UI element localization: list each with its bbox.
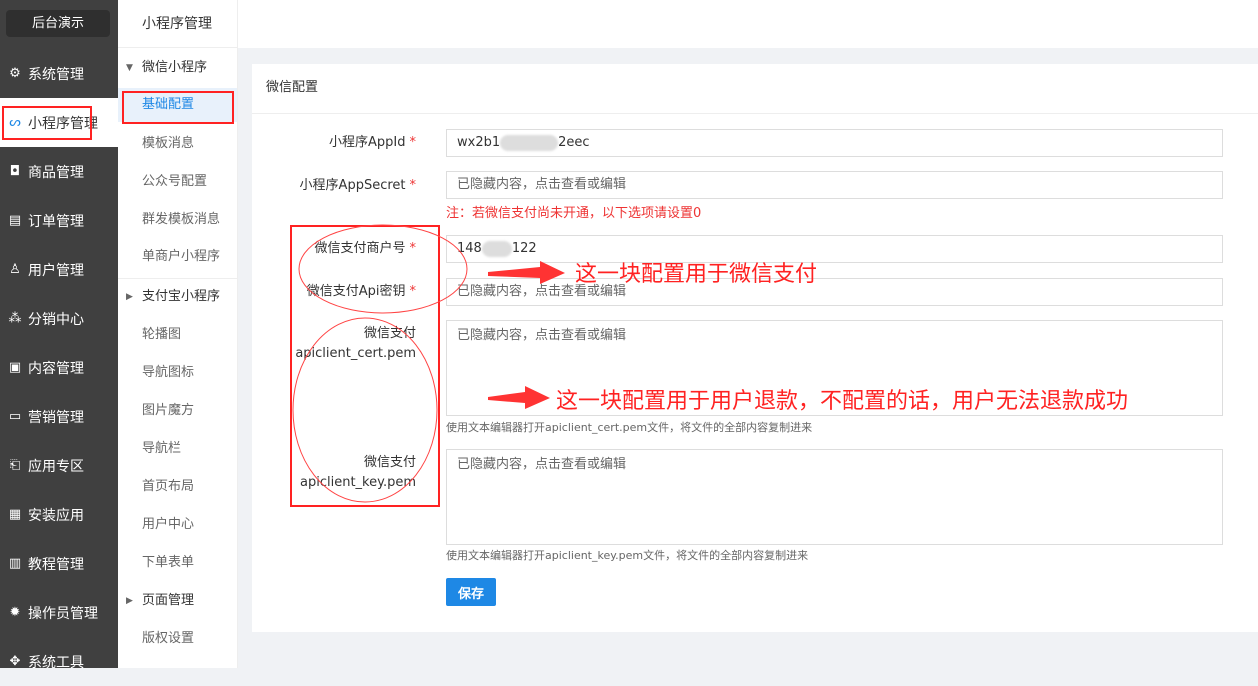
subnav-item-label: 页面管理 <box>142 593 195 608</box>
subnav-item-label: 下单表单 <box>142 555 195 570</box>
sidebar-item-label: 安装应用 <box>28 507 84 524</box>
subnav-item-label: 版权设置 <box>142 631 195 646</box>
tool-icon: ✥ <box>9 654 21 669</box>
order-icon: ▤ <box>8 213 22 228</box>
sidebar-item-8[interactable]: ⎗ 应用专区 <box>0 441 118 490</box>
subnav-item-label: 导航栏 <box>142 441 182 456</box>
key-textarea[interactable]: 已隐藏内容，点击查看或编辑 <box>446 449 1223 545</box>
sidebar-item-label: 应用专区 <box>28 458 84 475</box>
sidebar-item-label: 系统工具 <box>28 654 84 671</box>
annotation-highlight-subnav <box>122 91 234 124</box>
caret-right-icon: ▶ <box>126 292 133 302</box>
subnav-item-11[interactable]: 首页布局 <box>118 470 237 504</box>
annotation-highlight-sidebar <box>2 106 92 140</box>
sidebar-item-label: 内容管理 <box>28 360 84 377</box>
redacted-mask <box>481 240 512 257</box>
sidebar-item-label: 分销中心 <box>28 311 84 328</box>
subnav-item-label: 轮播图 <box>142 327 182 342</box>
top-bar <box>238 0 1258 48</box>
subnav-item-label: 群发模板消息 <box>142 212 221 227</box>
sidebar-item-5[interactable]: ⁂ 分销中心 <box>0 294 118 343</box>
sidebar-item-label: 商品管理 <box>28 164 84 181</box>
save-button[interactable]: 保存 <box>446 578 496 606</box>
subnav-item-label: 支付宝小程序 <box>142 289 221 304</box>
subnav-item-13[interactable]: 下单表单 <box>118 546 237 580</box>
subnav-item-5[interactable]: 单商户小程序 <box>118 240 237 274</box>
subnav-item-label: 首页布局 <box>142 479 195 494</box>
subnav-item-15[interactable]: 版权设置 <box>118 622 237 656</box>
subnav-item-label: 导航图标 <box>142 365 195 380</box>
brand-logo[interactable]: 后台演示 <box>6 10 110 37</box>
payment-note: 注：若微信支付尚未开通，以下选项请设置0 <box>446 206 702 221</box>
subnav-item-10[interactable]: 导航栏 <box>118 432 237 466</box>
cert-hint: 使用文本编辑器打开apiclient_cert.pem文件，将文件的全部内容复制… <box>446 421 813 434</box>
sidebar-item-7[interactable]: ▭ 营销管理 <box>0 392 118 441</box>
key-hint: 使用文本编辑器打开apiclient_key.pem文件，将文件的全部内容复制进… <box>446 549 809 562</box>
sidebar-item-label: 操作员管理 <box>28 605 98 622</box>
subnav-item-4[interactable]: 群发模板消息 <box>118 203 237 237</box>
annotation-refund: 这一块配置用于用户退款，不配置的话，用户无法退款成功 <box>556 389 1129 414</box>
api-key-input[interactable]: 已隐藏内容，点击查看或编辑 <box>446 278 1223 306</box>
subnav-item-label: 微信小程序 <box>142 60 208 75</box>
book-icon: ▥ <box>8 556 22 571</box>
caret-down-icon: ▼ <box>126 63 133 73</box>
sidebar-item-11[interactable]: ✹ 操作员管理 <box>0 588 118 637</box>
sidebar-item-10[interactable]: ▥ 教程管理 <box>0 539 118 588</box>
sidebar-item-label: 系统管理 <box>28 66 84 83</box>
sidebar-item-2[interactable]: ◘ 商品管理 <box>0 147 118 196</box>
card-title: 微信配置 <box>252 64 1258 114</box>
subnav-item-14[interactable]: ▶ 页面管理 <box>118 584 237 618</box>
subnav-item-3[interactable]: 公众号配置 <box>118 165 237 199</box>
subnav-item-label: 图片魔方 <box>142 403 195 418</box>
annotation-highlight-fields <box>290 225 440 507</box>
grid-icon: ▦ <box>8 507 22 522</box>
sidebar-item-3[interactable]: ▤ 订单管理 <box>0 196 118 245</box>
sidebar-item-4[interactable]: ♙ 用户管理 <box>0 245 118 294</box>
subnav-item-0[interactable]: ▼ 微信小程序 <box>118 51 237 85</box>
sidebar-item-label: 教程管理 <box>28 556 84 573</box>
user-icon: ♙ <box>9 262 21 277</box>
subnav-item-7[interactable]: 轮播图 <box>118 318 237 352</box>
mch-id-input[interactable]: 148 122 <box>446 235 1223 263</box>
appsecret-input[interactable]: 已隐藏内容，点击查看或编辑 <box>446 171 1223 199</box>
subnav-item-2[interactable]: 模板消息 <box>118 127 237 161</box>
subnav-item-label: 模板消息 <box>142 136 195 151</box>
subnav-item-label: 公众号配置 <box>142 174 208 189</box>
sidebar-item-12[interactable]: ✥ 系统工具 <box>0 637 118 686</box>
app-icon: ⎗ <box>9 458 21 473</box>
sidebar-item-0[interactable]: ⚙ 系统管理 <box>0 49 118 98</box>
sidebar-item-label: 订单管理 <box>28 213 84 230</box>
subnav-item-9[interactable]: 图片魔方 <box>118 394 237 428</box>
appid-input[interactable]: wx2b1 2eec <box>446 129 1223 157</box>
sidebar-item-9[interactable]: ▦ 安装应用 <box>0 490 118 539</box>
annotation-pay: 这一块配置用于微信支付 <box>575 262 818 287</box>
sidebar-item-label: 用户管理 <box>28 262 84 279</box>
appid-label: 小程序AppId * <box>329 135 416 150</box>
subnav-item-label: 用户中心 <box>142 517 195 532</box>
content-icon: ▣ <box>8 360 22 375</box>
sidebar-item-6[interactable]: ▣ 内容管理 <box>0 343 118 392</box>
ticket-icon: ▭ <box>8 409 22 424</box>
sub-sidebar-title: 小程序管理 <box>118 0 237 48</box>
settings-icon: ✹ <box>9 605 21 620</box>
subnav-item-label: 单商户小程序 <box>142 249 221 264</box>
subnav-item-6[interactable]: ▶ 支付宝小程序 <box>118 280 237 314</box>
gear-icon: ⚙ <box>9 66 21 81</box>
bag-icon: ◘ <box>9 164 21 179</box>
appsecret-label: 小程序AppSecret * <box>299 178 416 193</box>
subnav-item-12[interactable]: 用户中心 <box>118 508 237 542</box>
sidebar-item-label: 营销管理 <box>28 409 84 426</box>
org-icon: ⁂ <box>8 311 22 326</box>
redacted-mask <box>500 134 559 151</box>
caret-right-icon: ▶ <box>126 596 133 606</box>
subnav-item-8[interactable]: 导航图标 <box>118 356 237 390</box>
divider <box>118 278 237 279</box>
main-sidebar: 后台演示 ⚙ 系统管理 ᔕ 小程序管理 ◘ 商品管理 ▤ 订单管理 ♙ 用户管理 ⁂ 分销中心 ▣ 内容管… <box>0 0 118 671</box>
